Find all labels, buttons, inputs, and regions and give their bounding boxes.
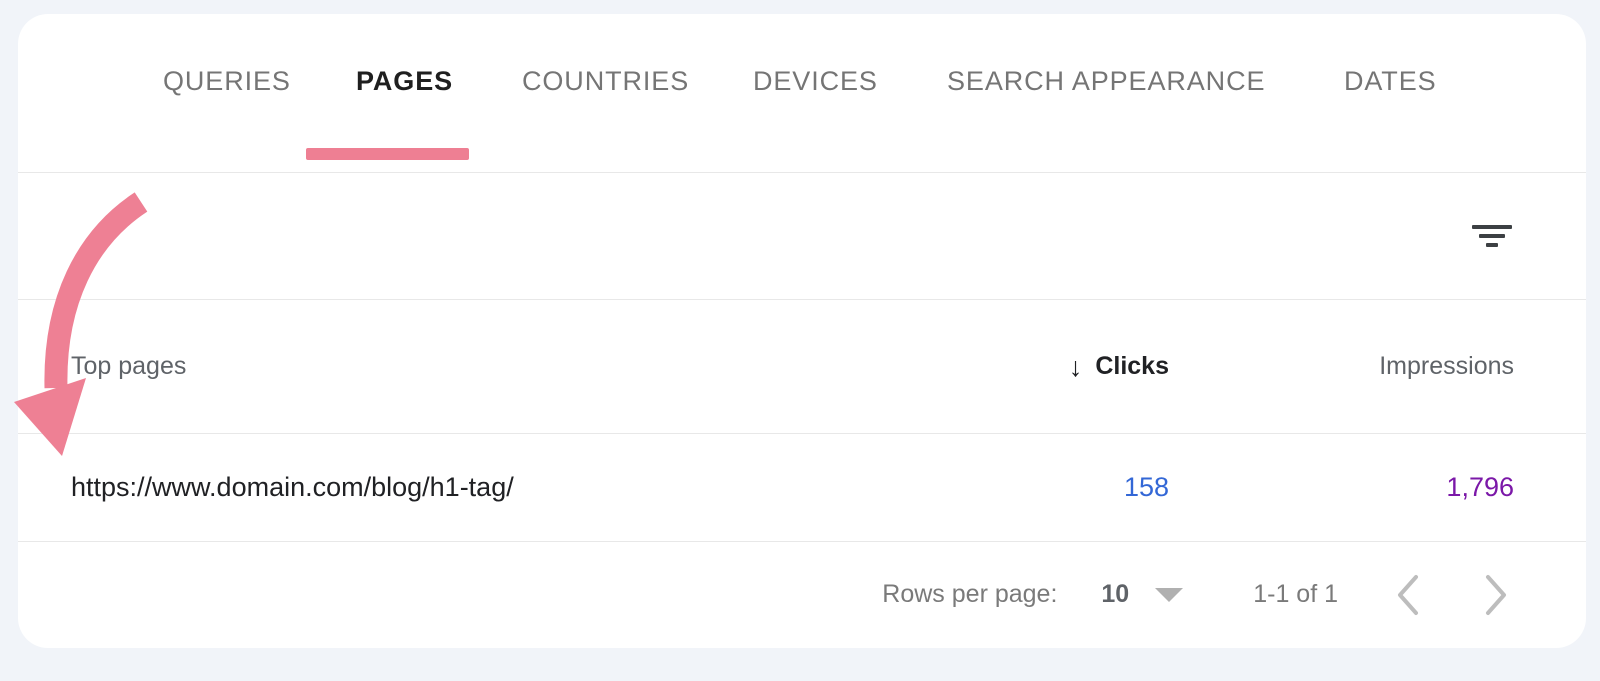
table-toolbar (18, 172, 1586, 299)
table-paginator: Rows per page: 10 1-1 of 1 (18, 541, 1586, 648)
rows-per-page-label: Rows per page: (882, 580, 1058, 608)
filter-icon-bar-3 (1486, 243, 1498, 247)
cell-impressions: 1,796 (1446, 471, 1514, 502)
tab-devices[interactable]: DEVICES (753, 66, 878, 97)
table-header-row: Top pages ↓ Clicks Impressions (18, 299, 1586, 433)
column-header-impressions[interactable]: Impressions (1169, 352, 1514, 381)
sort-descending-icon: ↓ (1068, 351, 1083, 382)
performance-table: Top pages ↓ Clicks Impressions https://w… (18, 299, 1586, 541)
cell-clicks: 158 (1123, 471, 1169, 502)
pagination-range-label: 1-1 of 1 (1253, 580, 1338, 608)
table-row[interactable]: https://www.domain.com/blog/h1-tag/ 158 … (18, 433, 1586, 541)
tab-countries[interactable]: COUNTRIES (522, 66, 689, 97)
tab-queries[interactable]: QUERIES (163, 66, 291, 97)
column-header-clicks-label: Clicks (1095, 351, 1169, 380)
filter-icon-bar-2 (1479, 234, 1505, 238)
chevron-down-icon[interactable] (1155, 587, 1184, 602)
cell-page-url[interactable]: https://www.domain.com/blog/h1-tag/ (71, 472, 809, 503)
filter-icon-bar-1 (1472, 225, 1512, 229)
filter-icon[interactable] (1470, 214, 1514, 258)
search-performance-card: QUERIES PAGES COUNTRIES DEVICES SEARCH A… (18, 14, 1586, 648)
column-header-top-pages[interactable]: Top pages (71, 352, 809, 381)
tab-pages[interactable]: PAGES (356, 66, 453, 97)
active-tab-indicator (306, 148, 469, 160)
rows-per-page-select[interactable]: 10 (1101, 580, 1129, 609)
chevron-left-icon[interactable] (1390, 573, 1426, 617)
report-tab-bar: QUERIES PAGES COUNTRIES DEVICES SEARCH A… (18, 14, 1586, 172)
tab-search-appearance[interactable]: SEARCH APPEARANCE (947, 66, 1265, 97)
chevron-right-icon[interactable] (1478, 573, 1514, 617)
tab-dates[interactable]: DATES (1344, 66, 1437, 97)
column-header-clicks[interactable]: ↓ Clicks (809, 352, 1169, 381)
